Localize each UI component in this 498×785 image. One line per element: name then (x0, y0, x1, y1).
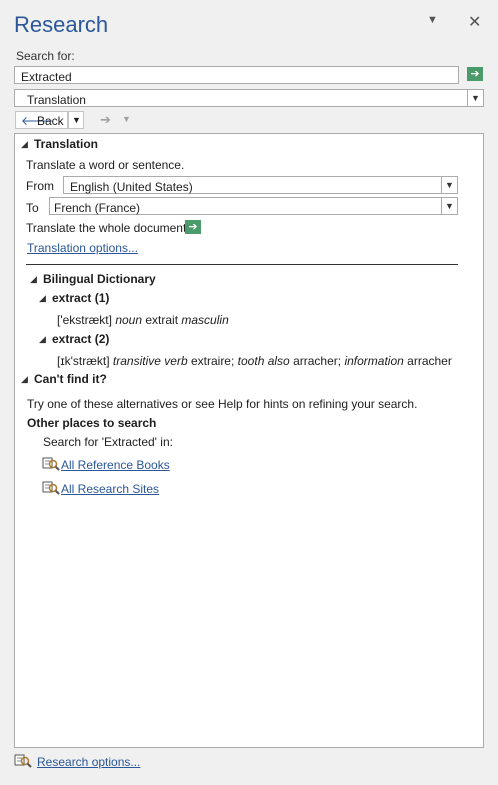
collapse-triangle-icon[interactable]: ◢ (39, 334, 46, 345)
pronunciation: ['ekstrækt] (57, 313, 112, 327)
search-for-in-label: Search for 'Extracted' in: (43, 435, 173, 449)
part-of-speech: transitive verb (112, 354, 188, 368)
translation-instruction: Translate a word or sentence. (26, 158, 185, 172)
start-search-arrow-icon[interactable]: ➔ (467, 67, 483, 81)
search-input[interactable]: Extracted (14, 66, 459, 84)
pane-title: Research (14, 12, 109, 37)
chevron-down-icon: ▼ (441, 177, 457, 193)
translation-heading[interactable]: Translation (34, 137, 98, 151)
translate-document-label: Translate the whole document. (26, 221, 190, 235)
bilingual-dictionary-heading[interactable]: Bilingual Dictionary (43, 272, 156, 286)
entry-definition: [ɪk'strækt] transitive verb extraire; to… (57, 354, 452, 368)
back-history-dropdown[interactable]: ▼ (68, 111, 84, 129)
chevron-down-icon: ▼ (467, 90, 483, 106)
translation-options-link[interactable]: Translation options... (27, 241, 138, 255)
entry-heading[interactable]: extract (2) (52, 332, 109, 346)
research-service-value: Translation (27, 93, 86, 107)
collapse-triangle-icon[interactable]: ◢ (21, 139, 28, 150)
context: information (344, 354, 404, 368)
search-input-value: Extracted (21, 70, 72, 84)
collapse-triangle-icon[interactable]: ◢ (39, 293, 46, 304)
research-options-link[interactable]: Research options... (37, 755, 140, 769)
all-research-sites-link[interactable]: All Research Sites (61, 482, 159, 496)
pane-menu-chevron-icon[interactable]: ▼ (427, 14, 438, 26)
translation-word: extrait (145, 313, 179, 327)
translation-word: arracher (407, 354, 452, 368)
to-label: To (26, 201, 39, 215)
from-language-select[interactable]: English (United States) ▼ (63, 176, 458, 194)
part-of-speech: noun (115, 313, 143, 327)
entry-heading[interactable]: extract (1) (52, 291, 109, 305)
collapse-triangle-icon[interactable]: ◢ (21, 374, 28, 385)
cant-find-hint: Try one of these alternatives or see Hel… (27, 397, 418, 411)
from-label: From (26, 179, 54, 193)
collapse-triangle-icon[interactable]: ◢ (30, 274, 37, 285)
other-places-heading: Other places to search (27, 416, 157, 430)
gender: masculin (181, 313, 229, 327)
search-label: Search for: (16, 49, 75, 63)
to-language-select[interactable]: French (France) ▼ (49, 197, 458, 215)
back-button[interactable]: 🡐 Back (15, 111, 68, 129)
pronunciation: [ɪk'strækt] (57, 354, 110, 368)
chevron-down-icon: ▼ (72, 115, 81, 125)
to-language-value: French (France) (54, 201, 141, 215)
close-icon[interactable]: ✕ (468, 12, 481, 32)
research-sites-icon (42, 480, 60, 496)
back-button-label: Back (37, 114, 64, 128)
forward-history-chevron-icon[interactable]: ▼ (122, 114, 131, 124)
all-reference-books-link[interactable]: All Reference Books (61, 458, 170, 472)
from-language-value: English (United States) (70, 180, 193, 194)
research-options-icon (14, 753, 32, 769)
translation-word: arracher; (293, 354, 342, 368)
translate-document-arrow-icon[interactable]: ➔ (185, 220, 201, 234)
entry-definition: ['ekstrækt] noun extrait masculin (57, 313, 229, 327)
reference-books-icon (42, 456, 60, 472)
chevron-down-icon: ▼ (441, 198, 457, 214)
translation-word: extraire; (190, 354, 235, 368)
cant-find-heading[interactable]: Can't find it? (34, 372, 107, 386)
research-service-select[interactable]: Translation ▼ (14, 89, 484, 107)
context: tooth also (237, 354, 290, 368)
divider (26, 264, 458, 265)
forward-arrow-icon[interactable]: ➔ (100, 112, 111, 128)
